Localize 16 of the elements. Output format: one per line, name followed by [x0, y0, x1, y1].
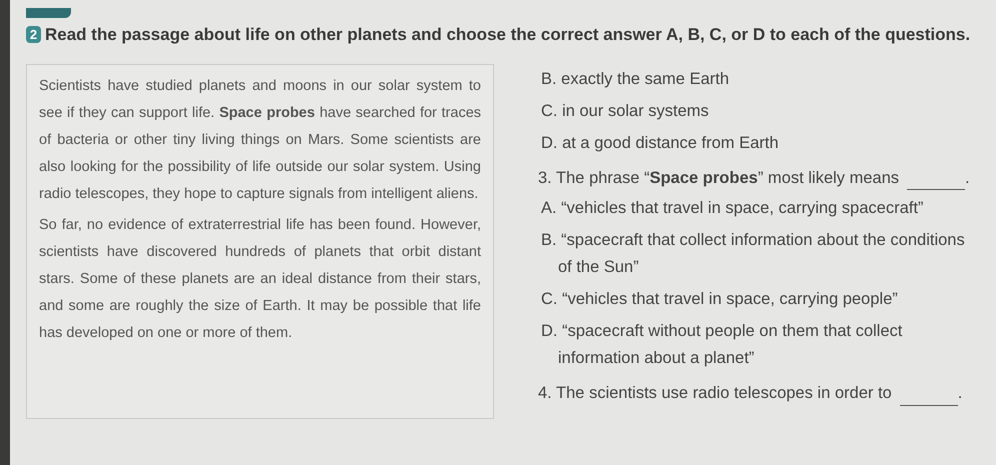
section-tag	[26, 8, 71, 18]
answer-option: C. in our solar systems	[506, 98, 984, 124]
question-text: 3. The phrase “Space probes” most likely means	[538, 168, 900, 188]
answer-option: C. “vehicles that travel in space, carrying people”	[506, 286, 984, 314]
answer-option: B. exactly the same Earth	[506, 66, 984, 92]
passage-paragraph: Scientists have studied planets and moons in our solar system to see if they can support life. Space probes have searched for traces of bacteria or other tiny living things on Mars. Some scientists are also looking for the possibility of life outside our solar system. Using radio telescopes, they hope to capture signals from intelligent aliens.	[39, 76, 481, 204]
question-text: 4. The scientists use radio telescopes in order to	[538, 383, 892, 404]
period: .	[965, 168, 970, 188]
instruction-text: Read the passage about life on other planets and choose the correct answer A, B, C, or D to each of the questions.	[45, 24, 970, 46]
period: .	[958, 383, 962, 404]
passage-paragraph: So far, no evidence of extraterrestrial life has been found. However, scientists have discovered hundreds of planets that orbit distant stars. Some of these planets are an ideal distance from their stars, and some are roughly the size of Earth. It may be possible that life has developed on one or more of them.	[39, 216, 481, 342]
answer-option: D. “spacecraft without people on them that collect information about a planet”	[506, 318, 984, 372]
exercise-number-badge: 2	[26, 26, 41, 44]
answer-option: A. “vehicles that travel in space, carrying spacecraft”	[506, 195, 984, 222]
answer-option: B. “spacecraft that collect information about the conditions of the Sun”	[506, 227, 984, 282]
answer-option: D. at a good distance from Earth	[506, 130, 984, 156]
